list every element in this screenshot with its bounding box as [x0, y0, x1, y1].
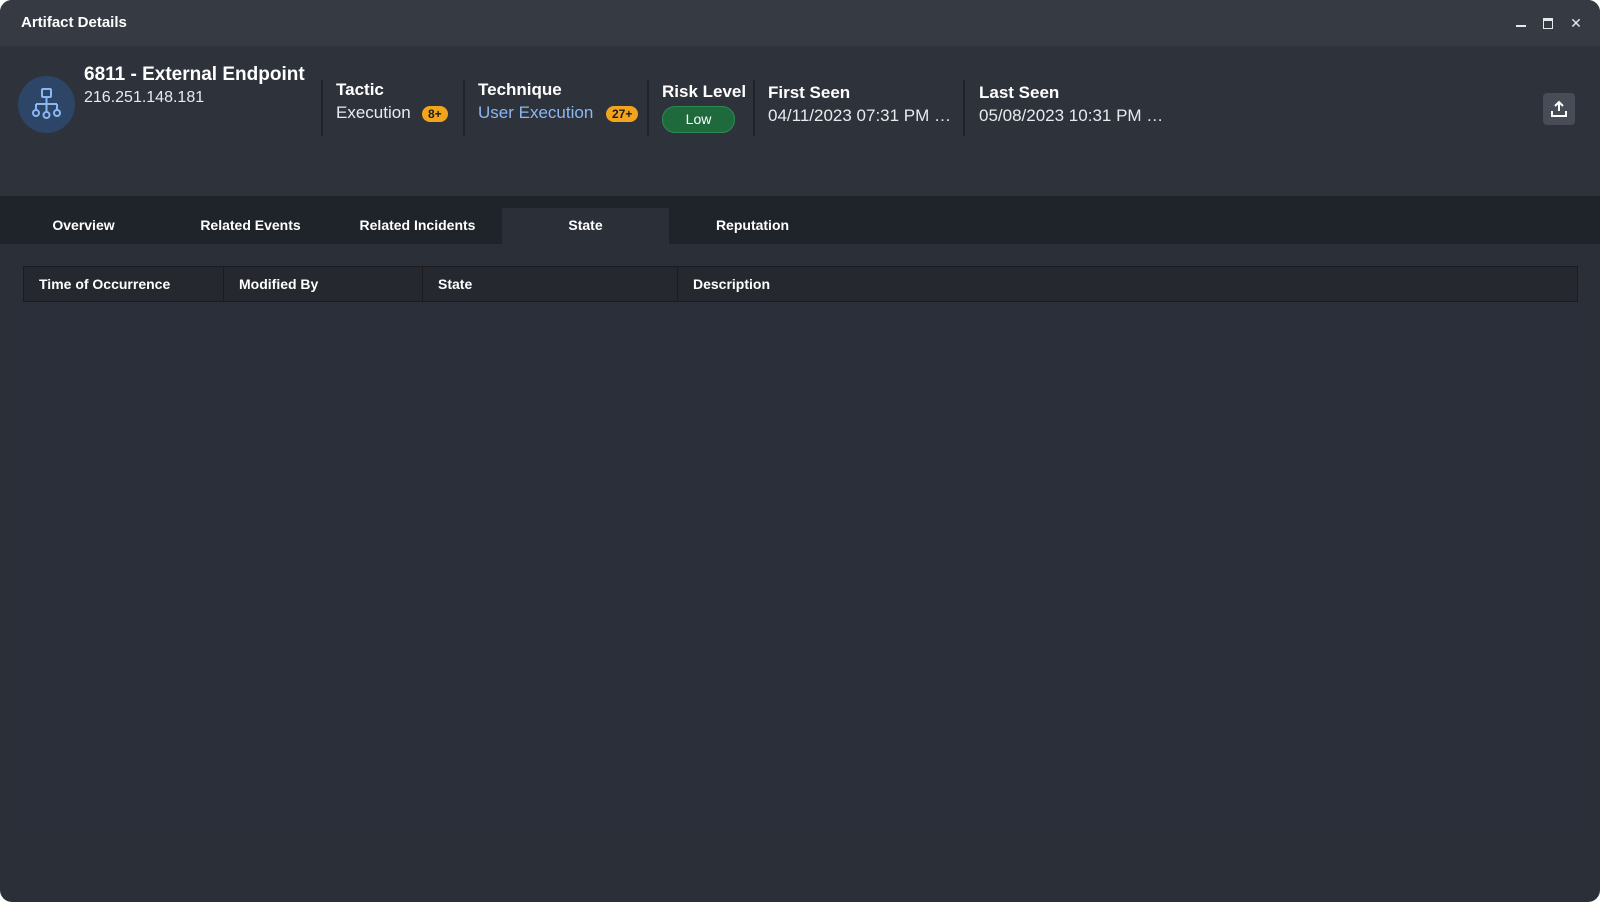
close-icon[interactable]: ✕	[1565, 12, 1587, 34]
column-description[interactable]: Description	[678, 267, 1577, 301]
divider	[753, 80, 755, 136]
artifact-header: 6811 - External Endpoint 216.251.148.181…	[0, 46, 1600, 196]
divider	[647, 80, 649, 136]
tab-related-incidents[interactable]: Related Incidents	[334, 208, 501, 244]
divider	[463, 80, 465, 136]
state-table: Time of Occurrence Modified By State Des…	[23, 266, 1578, 838]
table-body	[23, 302, 1578, 838]
table-header: Time of Occurrence Modified By State Des…	[23, 266, 1578, 302]
last-seen-label: Last Seen	[979, 83, 1060, 102]
risk-level-label: Risk Level	[662, 82, 747, 101]
technique-label: Technique	[478, 80, 562, 99]
export-upload-icon	[1551, 100, 1567, 117]
tab-overview[interactable]: Overview	[0, 208, 167, 244]
first-seen-value: 04/11/2023 07:31 PM …	[768, 106, 952, 125]
tab-bar: Overview Related Events Related Incident…	[0, 196, 1600, 244]
divider	[963, 80, 965, 136]
window-title: Artifact Details	[21, 14, 127, 31]
maximize-icon[interactable]	[1537, 12, 1559, 34]
risk-level-badge: Low	[662, 106, 735, 133]
first-seen-label: First Seen	[768, 83, 851, 102]
artifact-details-window: Artifact Details ✕ 6811 - External Endpo…	[0, 0, 1600, 902]
column-time-of-occurrence[interactable]: Time of Occurrence	[24, 267, 224, 301]
entity-name: 6811 - External Endpoint	[84, 64, 305, 85]
tactic-label: Tactic	[336, 80, 384, 99]
technique-link[interactable]: User Execution	[478, 103, 593, 123]
entity-ip: 216.251.148.181	[84, 89, 205, 106]
title-bar: Artifact Details ✕	[0, 0, 1600, 46]
tab-reputation[interactable]: Reputation	[669, 208, 836, 244]
last-seen-value: 05/08/2023 10:31 PM …	[979, 106, 1164, 125]
column-modified-by[interactable]: Modified By	[224, 267, 423, 301]
technique-count-badge[interactable]: 27+	[606, 106, 639, 122]
tactic-value: Execution	[336, 103, 411, 122]
tactic-count-badge[interactable]: 8+	[422, 106, 448, 122]
column-state[interactable]: State	[423, 267, 678, 301]
divider	[321, 80, 323, 136]
export-button[interactable]	[1543, 93, 1575, 125]
minimize-icon[interactable]	[1510, 12, 1532, 34]
tab-related-events[interactable]: Related Events	[167, 208, 334, 244]
network-hierarchy-icon	[18, 76, 75, 133]
tab-state[interactable]: State	[502, 208, 669, 244]
